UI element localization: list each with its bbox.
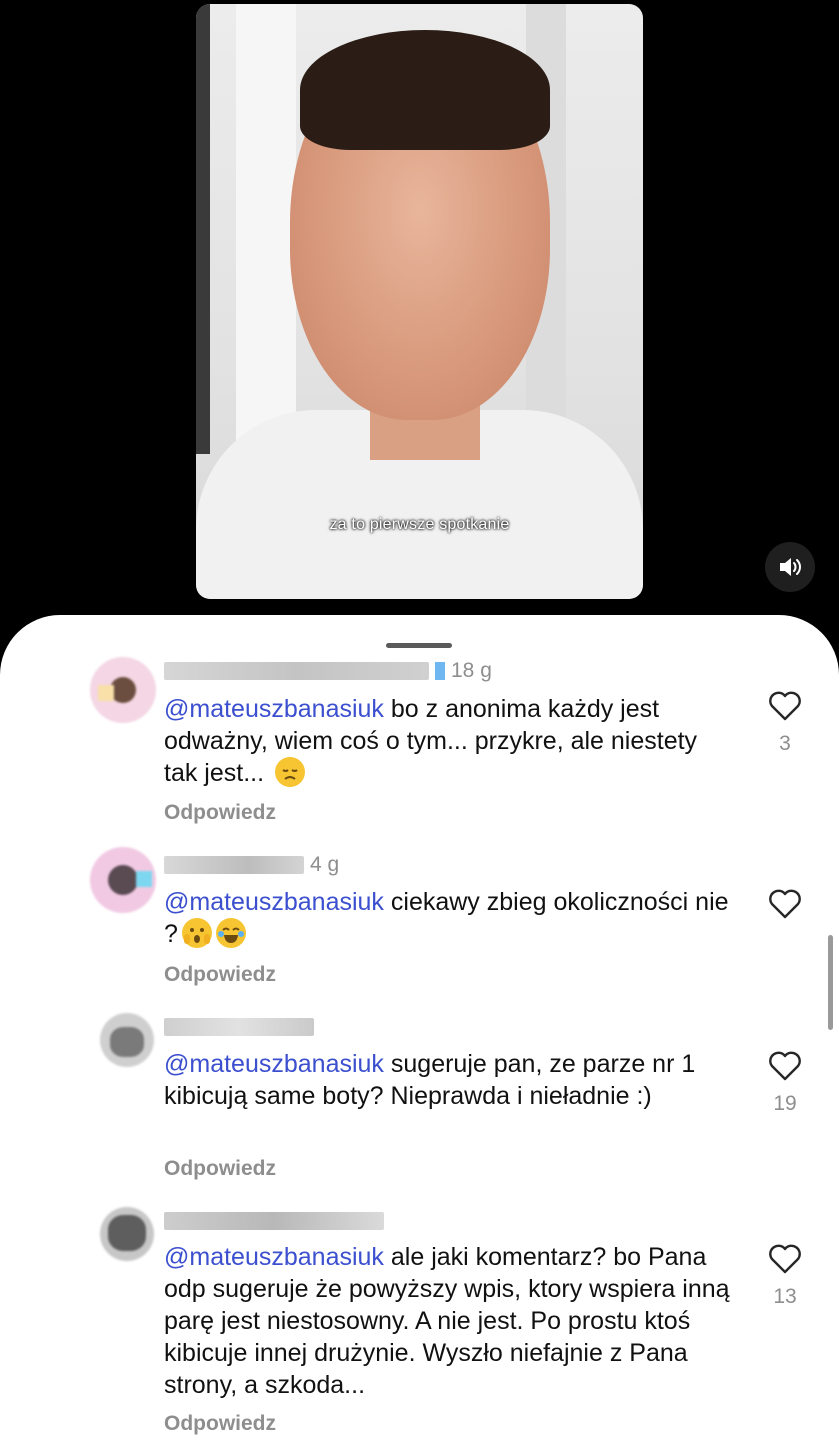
avatar[interactable] — [90, 657, 156, 723]
comment-meta: 4 g — [164, 853, 339, 877]
laughing-face-icon — [215, 918, 246, 948]
comment-meta — [164, 1212, 384, 1230]
like-count: 3 — [779, 732, 791, 755]
speaker-icon — [780, 558, 801, 576]
avatar[interactable] — [100, 1013, 154, 1067]
avatar[interactable] — [100, 1207, 154, 1261]
like-count: 13 — [773, 1285, 797, 1308]
sound-toggle-button[interactable] — [765, 542, 815, 592]
mention-link[interactable]: @mateuszbanasiuk — [164, 1243, 384, 1271]
video-overlay: za to pierwsze spotkanie — [196, 4, 643, 599]
disappointed-face-icon — [274, 757, 305, 787]
comment-time: 18 g — [451, 659, 492, 682]
heart-icon[interactable] — [768, 1244, 802, 1274]
like-control[interactable]: 19 — [768, 1051, 802, 1116]
mention-link[interactable]: @mateuszbanasiuk — [164, 888, 384, 916]
like-control[interactable] — [768, 889, 802, 930]
comment-meta — [164, 1018, 314, 1036]
avatar[interactable] — [90, 847, 156, 913]
username-redacted[interactable] — [164, 856, 304, 874]
mention-link[interactable]: @mateuszbanasiuk — [164, 695, 384, 723]
comment-text: @mateuszbanasiuk sugeruje pan, ze parze … — [164, 1048, 734, 1112]
username-redacted[interactable] — [164, 1018, 314, 1036]
like-control[interactable]: 3 — [768, 691, 802, 756]
reply-button[interactable]: Odpowiedz — [164, 963, 276, 987]
heart-icon[interactable] — [768, 691, 802, 721]
like-count: 19 — [773, 1092, 797, 1115]
mention-link[interactable]: @mateuszbanasiuk — [164, 1050, 384, 1078]
comment-text: @mateuszbanasiuk ciekawy zbieg okoliczno… — [164, 886, 734, 950]
comment-meta: 18 g — [164, 659, 492, 683]
comment-time: 4 g — [310, 853, 340, 876]
sheet-grabber[interactable] — [386, 643, 452, 648]
reply-button[interactable]: Odpowiedz — [164, 1412, 276, 1436]
verified-badge-blur — [435, 662, 445, 680]
username-redacted[interactable] — [164, 1212, 384, 1230]
scrollbar[interactable] — [828, 935, 833, 1030]
username-redacted[interactable] — [164, 662, 429, 680]
heart-icon[interactable] — [768, 889, 802, 919]
heart-icon[interactable] — [768, 1051, 802, 1081]
reply-button[interactable]: Odpowiedz — [164, 1157, 276, 1181]
comment-text: @mateuszbanasiuk bo z anonima każdy jest… — [164, 693, 734, 789]
shocked-face-icon — [181, 918, 212, 948]
reply-button[interactable]: Odpowiedz — [164, 801, 276, 825]
video-subtitle: za to pierwsze spotkanie — [329, 516, 510, 533]
comment-text: @mateuszbanasiuk ale jaki komentarz? bo … — [164, 1241, 734, 1401]
like-control[interactable]: 13 — [768, 1244, 802, 1309]
comments-sheet: 18 g @mateuszbanasiuk bo z anonima każdy… — [0, 615, 839, 1440]
